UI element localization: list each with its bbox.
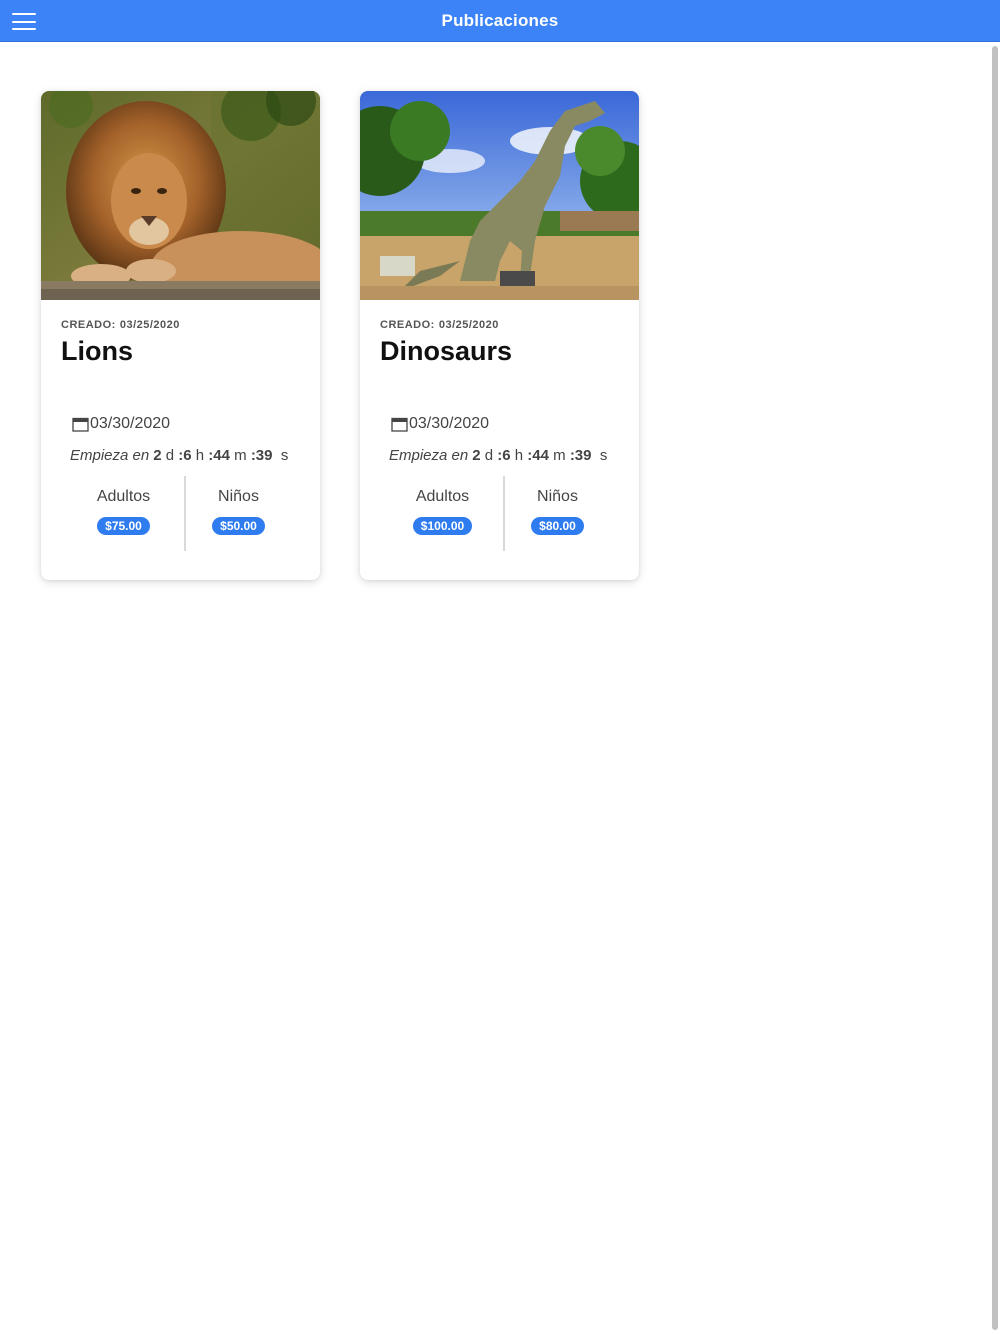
card-title: Dinosaurs bbox=[380, 336, 513, 366]
publication-card-lions[interactable]: CREADO: 03/25/2020 Lions 03/30/2020 Empie… bbox=[41, 91, 320, 580]
hamburger-menu-icon[interactable] bbox=[12, 13, 36, 30]
price-section: Adultos $75.00 Niños $50.00 bbox=[66, 476, 296, 551]
kids-price: Niños $80.00 bbox=[500, 476, 615, 535]
event-date: 03/30/2020 bbox=[72, 415, 170, 433]
page-title: Publicaciones bbox=[441, 10, 559, 30]
lion-photo bbox=[41, 91, 320, 300]
price-badge: $80.00 bbox=[531, 517, 584, 535]
calendar-icon bbox=[72, 417, 89, 432]
price-badge: $50.00 bbox=[212, 517, 265, 535]
scrollbar-thumb[interactable] bbox=[992, 46, 998, 1330]
price-badge: $75.00 bbox=[97, 517, 150, 535]
countdown-timer: Empieza en 2 d :6 h :44 m :39 s bbox=[389, 447, 608, 464]
adults-price: Adultos $100.00 bbox=[385, 476, 500, 535]
price-section: Adultos $100.00 Niños $80.00 bbox=[385, 476, 615, 551]
publication-card-dinosaurs[interactable]: CREADO: 03/25/2020 Dinosaurs 03/30/2020 E… bbox=[360, 91, 639, 580]
created-date: CREADO: 03/25/2020 bbox=[380, 319, 499, 331]
event-date: 03/30/2020 bbox=[391, 415, 489, 433]
created-date: CREADO: 03/25/2020 bbox=[61, 319, 180, 331]
card-title: Lions bbox=[61, 336, 133, 366]
card-image-lion bbox=[41, 91, 320, 300]
calendar-icon bbox=[391, 417, 408, 432]
adults-price: Adultos $75.00 bbox=[96, 488, 151, 535]
card-image-dinosaur bbox=[360, 91, 639, 300]
countdown-timer: Empieza en 2 d :6 h :44 m :39 s bbox=[70, 447, 289, 464]
price-badge: $100.00 bbox=[412, 517, 473, 535]
dinosaur-photo bbox=[360, 91, 639, 300]
kids-price: Niños $50.00 bbox=[181, 476, 296, 535]
app-header: Publicaciones bbox=[0, 0, 1000, 42]
